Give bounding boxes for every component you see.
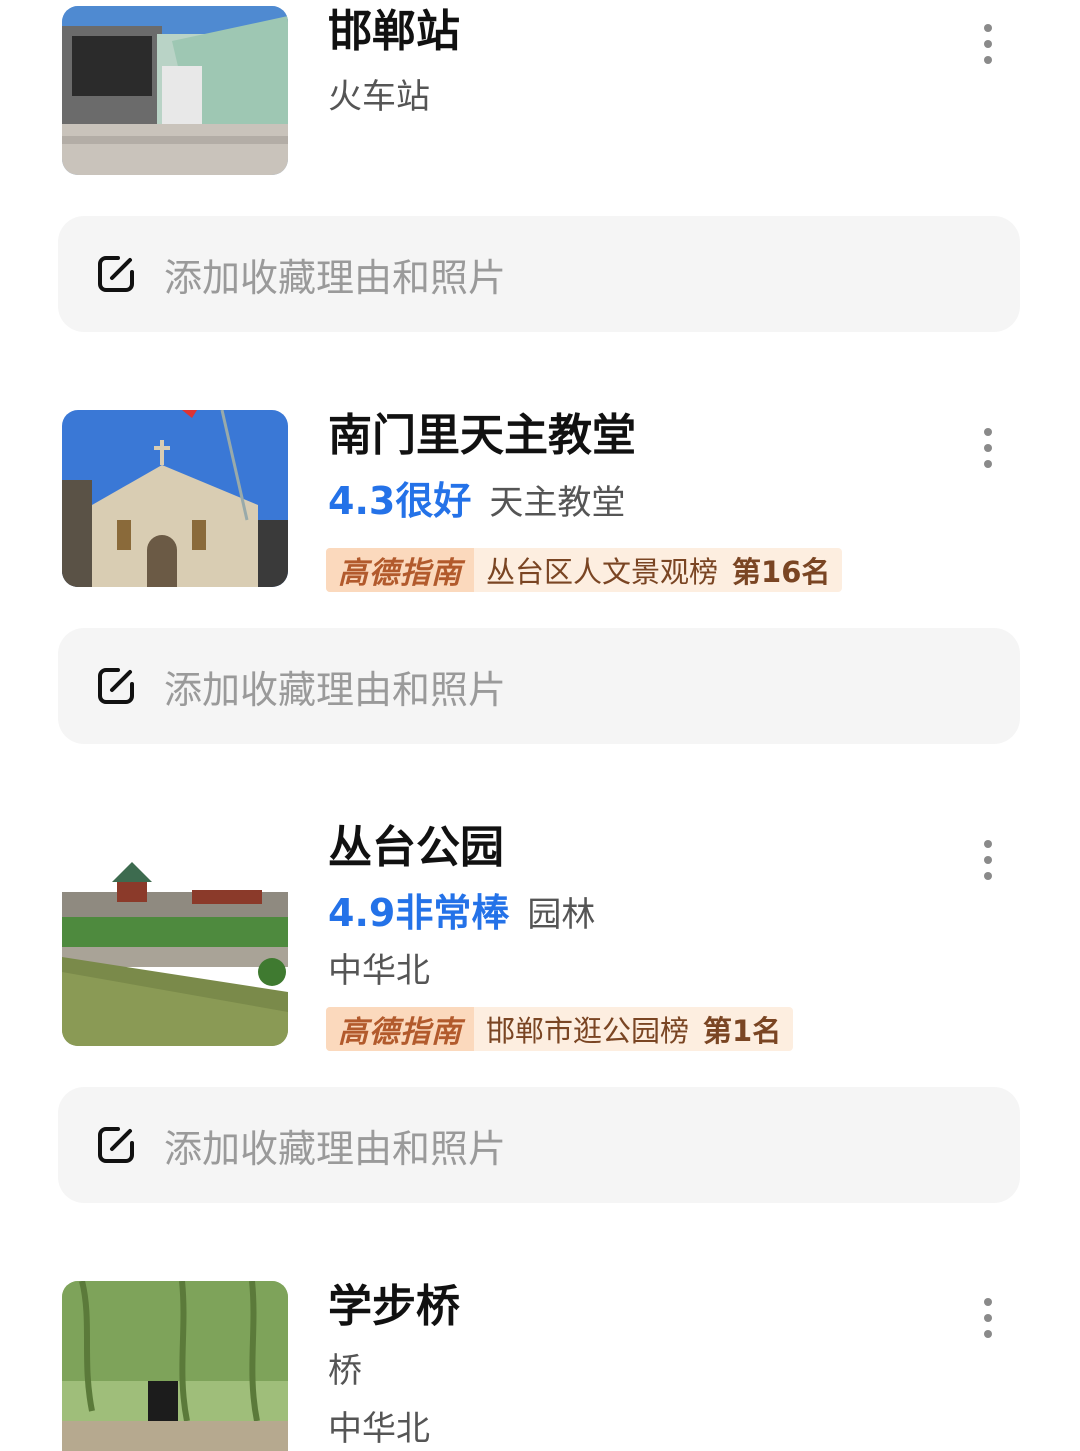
place-meta: 4.9非常棒 园林 bbox=[328, 894, 595, 932]
edit-icon bbox=[98, 668, 134, 704]
place-category: 桥 bbox=[328, 1351, 362, 1391]
more-vertical-icon bbox=[984, 428, 992, 436]
add-note-button[interactable]: 添加收藏理由和照片 bbox=[58, 1087, 1020, 1203]
more-options-button[interactable] bbox=[976, 840, 1000, 880]
place-meta: 4.3很好 天主教堂 bbox=[328, 482, 625, 520]
place-photo[interactable] bbox=[62, 822, 288, 1046]
place-area: 中华北 bbox=[328, 951, 430, 991]
place-category: 天主教堂 bbox=[489, 483, 626, 523]
place-name[interactable]: 丛台公园 bbox=[328, 826, 504, 870]
add-note-label: 添加收藏理由和照片 bbox=[164, 667, 507, 712]
add-note-button[interactable]: 添加收藏理由和照片 bbox=[58, 628, 1020, 744]
badge-rank: 第16名 bbox=[732, 555, 831, 589]
place-name[interactable]: 邯郸站 bbox=[328, 10, 460, 54]
place-name[interactable]: 学步桥 bbox=[328, 1285, 460, 1329]
add-note-button[interactable]: 添加收藏理由和照片 bbox=[58, 216, 1020, 332]
more-options-button[interactable] bbox=[976, 24, 1000, 64]
place-category: 园林 bbox=[527, 895, 596, 935]
add-note-label: 添加收藏理由和照片 bbox=[164, 255, 507, 300]
place-category: 火车站 bbox=[328, 77, 430, 117]
ranking-badge[interactable]: 高德指南 邯郸市逛公园榜 第1名 bbox=[326, 1007, 794, 1051]
place-photo[interactable] bbox=[62, 410, 288, 587]
more-vertical-icon bbox=[984, 840, 992, 848]
edit-icon bbox=[98, 256, 134, 292]
place-photo[interactable] bbox=[62, 1281, 288, 1451]
badge-brand: 高德指南 bbox=[326, 548, 474, 592]
badge-list-name: 丛台区人文景观榜 bbox=[486, 555, 719, 589]
add-note-label: 添加收藏理由和照片 bbox=[164, 1126, 507, 1171]
badge-brand: 高德指南 bbox=[326, 1007, 474, 1051]
place-name[interactable]: 南门里天主教堂 bbox=[328, 414, 636, 458]
edit-icon bbox=[98, 1127, 134, 1163]
more-vertical-icon bbox=[984, 24, 992, 32]
place-photo[interactable] bbox=[62, 6, 288, 175]
more-vertical-icon bbox=[984, 1298, 992, 1306]
more-options-button[interactable] bbox=[976, 1298, 1000, 1338]
place-rating: 4.9非常棒 bbox=[328, 891, 510, 935]
place-rating: 4.3很好 bbox=[328, 479, 472, 523]
more-options-button[interactable] bbox=[976, 428, 1000, 468]
badge-rank: 第1名 bbox=[703, 1014, 782, 1048]
ranking-badge[interactable]: 高德指南 丛台区人文景观榜 第16名 bbox=[326, 548, 843, 592]
badge-list-name: 邯郸市逛公园榜 bbox=[486, 1014, 690, 1048]
